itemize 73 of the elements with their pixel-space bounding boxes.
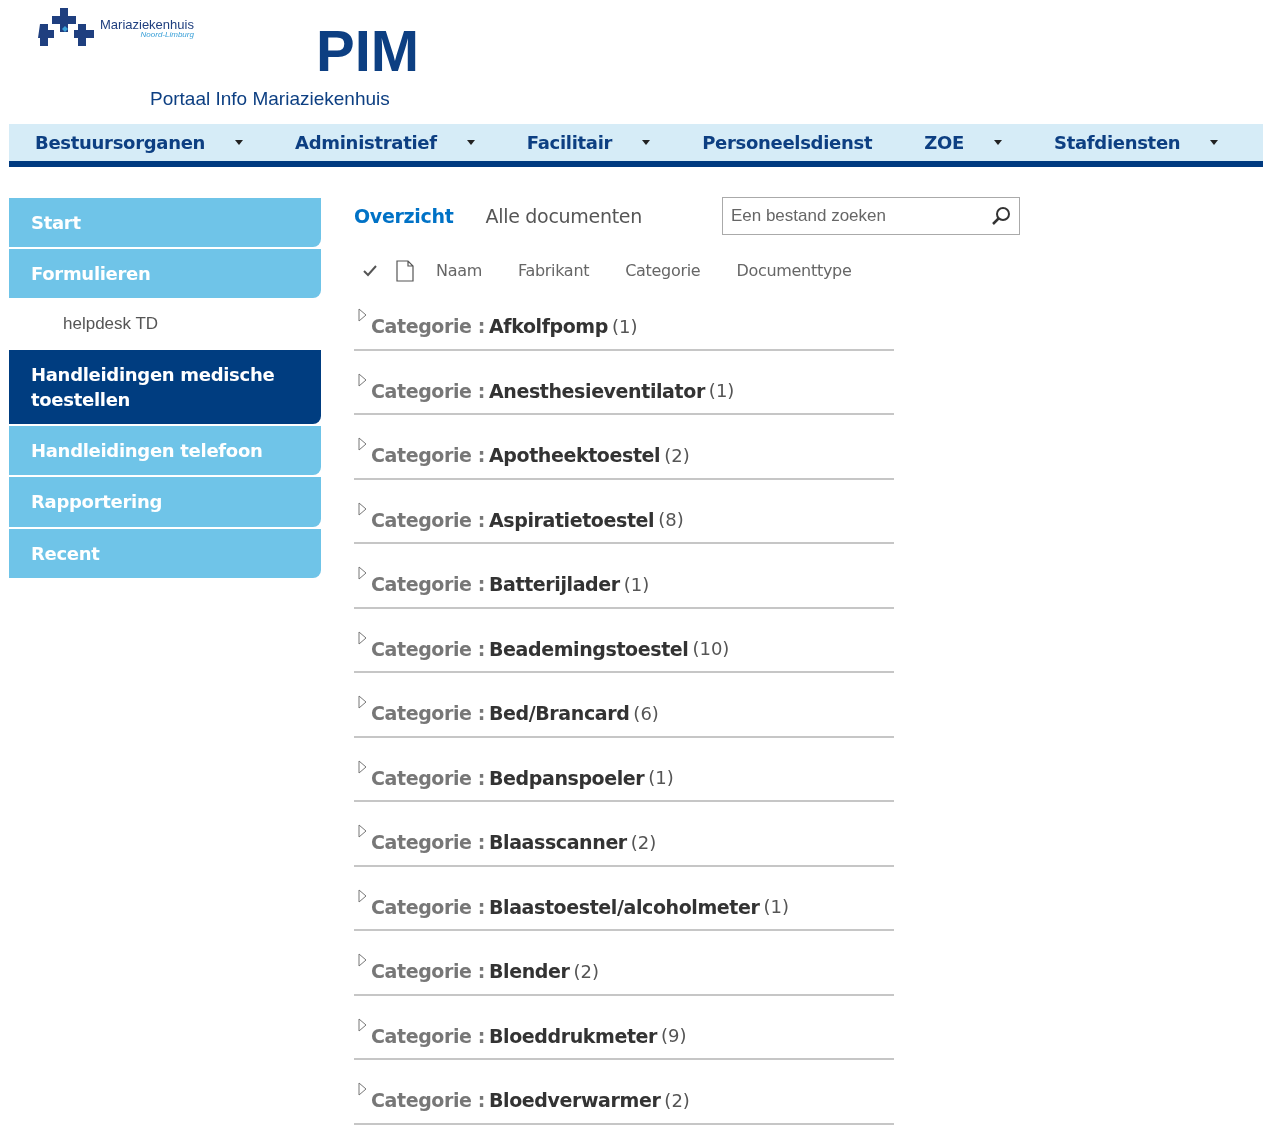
- group-label: Categorie :: [371, 636, 485, 662]
- group-label: Categorie :: [371, 701, 485, 726]
- expand-icon[interactable]: [358, 1082, 367, 1096]
- group-count: (2): [664, 1088, 690, 1113]
- view-tab[interactable]: Overzicht: [354, 201, 454, 231]
- group-count: (2): [630, 830, 657, 855]
- group-value[interactable]: Beademingstoestel: [489, 634, 689, 663]
- group-count: (2): [664, 443, 690, 468]
- group-label: Categorie :: [371, 1088, 485, 1113]
- nav-menu-item[interactable]: Facilitair: [500, 129, 677, 156]
- group-label: Categorie :: [371, 765, 485, 791]
- group-value[interactable]: Anesthesieventilator: [489, 376, 705, 405]
- group-value[interactable]: Bloeddrukmeter: [489, 1021, 658, 1050]
- group-count: (8): [658, 508, 684, 533]
- sidebar-item[interactable]: Handleidingen medische toestellen: [9, 349, 321, 425]
- expand-icon[interactable]: [358, 824, 367, 838]
- nav-menu-item[interactable]: Administratief: [269, 129, 501, 156]
- group-value[interactable]: Blaasscanner: [489, 828, 627, 857]
- nav-menu-item[interactable]: Stafdiensten: [1027, 129, 1245, 156]
- group-value[interactable]: Blaastoestel/alcoholmeter: [489, 892, 760, 921]
- nav-menu-item[interactable]: ZOE: [898, 129, 1028, 156]
- view-tab[interactable]: Alle documenten: [485, 201, 642, 231]
- group-label: Categorie :: [371, 1023, 485, 1049]
- expand-icon[interactable]: [358, 888, 367, 903]
- column-header[interactable]: Fabrikant: [517, 259, 590, 283]
- group-value[interactable]: Afkolfpomp: [489, 312, 608, 341]
- site-title: PIM: [316, 22, 420, 80]
- site-subtitle: Portaal Info Mariaziekenhuis: [150, 87, 390, 111]
- logo-region: Noord-Limburg: [139, 30, 194, 39]
- group-label: Categorie :: [371, 894, 485, 920]
- group-label: Categorie :: [371, 572, 485, 597]
- expand-icon[interactable]: [358, 566, 367, 580]
- search-field[interactable]: Een bestand zoeken: [721, 197, 1020, 235]
- column-header[interactable]: Categorie: [625, 259, 701, 283]
- group-value[interactable]: Bed/Brancard: [489, 699, 630, 728]
- logo-name: Mariaziekenhuis: [100, 17, 194, 31]
- group-label: Categorie :: [371, 314, 485, 339]
- group-label: Categorie :: [371, 378, 485, 404]
- expand-icon[interactable]: [358, 1017, 367, 1032]
- group-count: (1): [708, 379, 735, 404]
- group-value[interactable]: Bloedverwarmer: [489, 1086, 661, 1115]
- column-header[interactable]: Naam: [436, 259, 482, 283]
- document-icon: [396, 260, 414, 282]
- group-count: (1): [611, 314, 638, 339]
- group-count: (2): [573, 959, 599, 984]
- nav-menu-item[interactable]: Bestuursorganen: [9, 129, 270, 156]
- group-count: (6): [633, 701, 659, 726]
- column-header[interactable]: Documenttype: [736, 259, 852, 283]
- expand-icon[interactable]: [358, 501, 367, 516]
- expand-icon[interactable]: [358, 953, 367, 967]
- expand-icon[interactable]: [358, 308, 367, 322]
- group-count: (1): [648, 766, 674, 791]
- group-value[interactable]: Apotheektoestel: [489, 441, 661, 470]
- group-count: (10): [692, 637, 730, 662]
- expand-icon[interactable]: [358, 695, 367, 709]
- expand-icon[interactable]: [358, 372, 367, 387]
- group-label: Categorie :: [371, 830, 485, 855]
- group-label: Categorie :: [371, 507, 485, 533]
- checkmark-icon[interactable]: [362, 264, 378, 278]
- group-value[interactable]: Blender: [489, 957, 570, 986]
- nav-menu-item[interactable]: Personeelsdienst: [676, 129, 899, 156]
- sidebar-subitem[interactable]: helpdesk TD: [9, 300, 321, 350]
- expand-icon[interactable]: [358, 630, 367, 645]
- group-count: (9): [661, 1024, 687, 1049]
- group-count: (1): [623, 572, 650, 597]
- expand-icon[interactable]: [358, 437, 367, 451]
- group-value[interactable]: Batterijlader: [489, 570, 620, 599]
- group-count: (1): [763, 895, 789, 920]
- group-label: Categorie :: [371, 443, 485, 468]
- group-label: Categorie :: [371, 959, 485, 984]
- expand-icon[interactable]: [358, 759, 367, 774]
- group-value[interactable]: Aspiratietoestel: [489, 505, 655, 534]
- group-value[interactable]: Bedpanspoeler: [489, 763, 645, 792]
